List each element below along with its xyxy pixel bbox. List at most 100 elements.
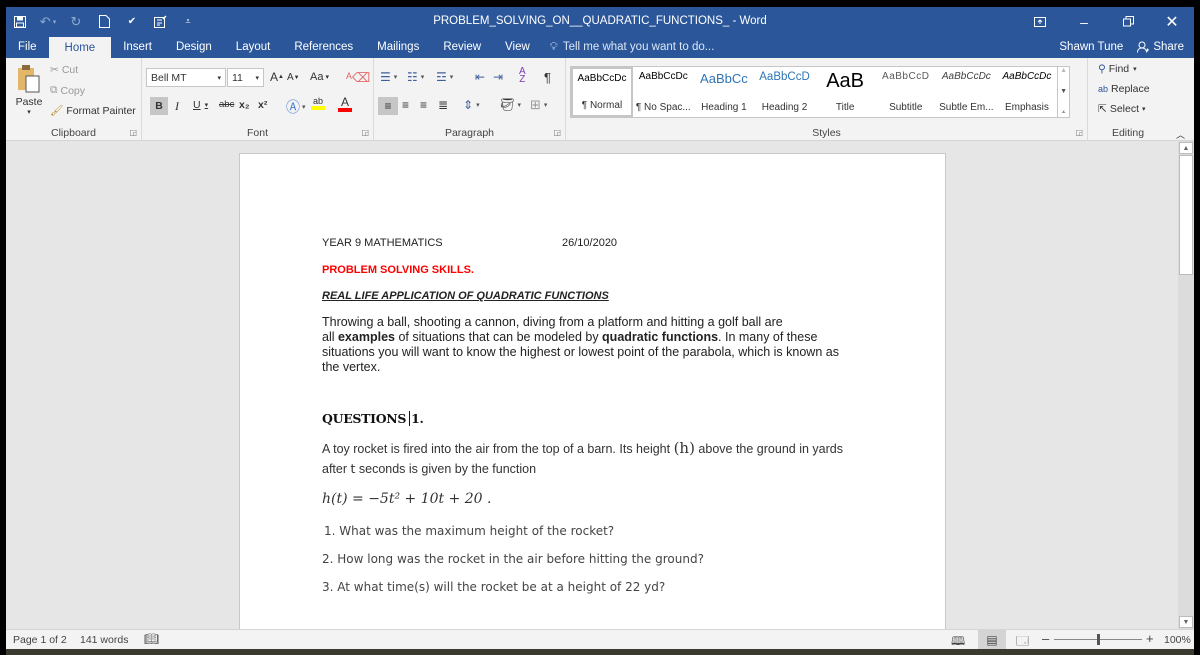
proofing-icon[interactable]: 📖︎ [144,632,159,646]
redo-icon[interactable]: ↻ [62,7,90,36]
cut-button[interactable]: ✂ Cut [50,64,78,76]
multilevel-list-button[interactable]: ☲ ▾ [436,70,453,84]
change-case-button[interactable]: Aa ▾ [310,71,329,83]
collapse-ribbon-icon[interactable]: ︿ [1176,128,1185,141]
align-right-button[interactable]: ≡ [420,98,427,112]
find-button[interactable]: ⚲ Find ▾ [1098,63,1137,75]
title-bar: ↶ ▾ ↻ ✔ ⩡ PROBLEM_SOLVING_ON__QUADRATIC_F… [6,7,1194,36]
justify-button[interactable]: ≣ [438,98,448,112]
style-emphasis[interactable]: AaBbCcDc Emphasis [997,67,1058,117]
zoom-level[interactable]: 100% [1164,634,1191,646]
tell-me-box[interactable]: 💡︎ Tell me what you want to do... [542,36,715,58]
share-button[interactable]: Share [1137,41,1184,53]
style-subtle-emphasis[interactable]: AaBbCcDc Subtle Em... [936,67,997,117]
tab-insert[interactable]: Insert [111,36,164,58]
scroll-down-icon[interactable]: ▼ [1179,616,1193,628]
paste-icon [18,65,40,93]
zoom-slider[interactable] [1054,634,1142,645]
style-normal[interactable]: AaBbCcDc ¶ Normal [571,67,633,117]
restore-icon[interactable] [1106,7,1150,36]
subscript-button[interactable]: x₂ [239,99,250,111]
gallery-up-icon[interactable]: ▲ [1060,67,1067,74]
zoom-slider-thumb[interactable] [1096,634,1100,645]
underline-button[interactable]: U ▾ [193,99,208,111]
copy-button[interactable]: ⧉ Copy [50,84,85,97]
editing-group-label: Editing [1111,127,1145,139]
word-count[interactable]: 141 words [80,634,128,646]
user-name[interactable]: Shawn Tune [1059,41,1123,53]
line-spacing-button[interactable]: ⇕ ▾ [463,98,480,112]
styles-launcher-icon[interactable]: ◲ [1075,128,1083,137]
scroll-up-icon[interactable]: ▲ [1179,142,1193,154]
document-page[interactable]: YEAR 9 MATHEMATICS 26/10/2020 PROBLEM SO… [239,153,946,629]
tab-view[interactable]: View [493,36,542,58]
italic-button[interactable]: I [175,99,179,114]
print-layout-icon[interactable]: ▤ [978,630,1006,649]
style-title[interactable]: AaB Title [815,67,876,117]
zoom-in-icon[interactable]: + [1146,631,1154,646]
close-icon[interactable]: ✕ [1150,7,1194,36]
decrease-indent-button[interactable]: ⇤ [475,70,485,84]
text-effects-button[interactable]: Ⓐ ▾ [286,97,306,117]
customize-toolbar-icon[interactable]: ⩡ [174,7,202,36]
increase-indent-button[interactable]: ⇥ [493,70,503,84]
clear-formatting-icon[interactable]: ᴬ⌫ [346,70,370,86]
highlight-color-button[interactable]: ab [311,97,325,110]
doc-sub-heading: REAL LIFE APPLICATION OF QUADRATIC FUNCT… [322,290,609,302]
show-formatting-marks-button[interactable]: ¶ [544,70,551,85]
select-button[interactable]: ⇱ Select ▾ [1098,103,1146,115]
replace-icon: ab [1098,84,1109,94]
strikethrough-button[interactable]: abc [219,99,234,110]
paragraph-launcher-icon[interactable]: ◲ [553,128,561,137]
format-painter-button[interactable]: 🖌︎ Format Painter [50,104,136,118]
font-name-select[interactable]: Bell MT ▾ [146,68,226,87]
shrink-font-icon[interactable]: A ▼ [287,72,300,83]
gallery-down-icon[interactable]: ▼ [1060,88,1067,95]
shading-button[interactable]: 🪣︎ ▾ [499,97,521,113]
page-count[interactable]: Page 1 of 2 [13,634,67,646]
replace-button[interactable]: ab Replace [1098,83,1150,95]
borders-button[interactable]: ⊞ ▾ [530,97,547,113]
spelling-icon[interactable]: ✔ [118,7,146,36]
styles-gallery-scroll[interactable]: ▲ ▼ ⩡ [1057,67,1069,117]
tab-file[interactable]: File [6,36,49,58]
tab-layout[interactable]: Layout [224,36,283,58]
vertical-scrollbar[interactable]: ▲ ▼ [1178,141,1194,629]
tab-design[interactable]: Design [164,36,224,58]
editing-group: ⚲ Find ▾ ab Replace ⇱ Select ▾ Editing [1088,58,1168,141]
bullets-button[interactable]: ☰ ▾ [380,70,397,84]
gallery-more-icon[interactable]: ⩡ [1062,109,1066,117]
tab-mailings[interactable]: Mailings [365,36,431,58]
tab-home[interactable]: Home [48,37,112,58]
form-icon[interactable] [146,7,174,36]
paste-button[interactable]: Paste ▾ [12,64,46,116]
align-center-button[interactable]: ≡ [402,98,409,112]
style-heading-2[interactable]: AaBbCcD Heading 2 [754,67,815,117]
chevron-down-icon: ▾ [217,74,221,82]
bold-button[interactable]: B [150,97,168,115]
scroll-thumb[interactable] [1179,155,1193,275]
style-no-spacing[interactable]: AaBbCcDc ¶ No Spac... [633,67,694,117]
grow-font-icon[interactable]: A ▲ [270,70,284,84]
sort-button[interactable]: AZ [519,67,526,85]
text-cursor [409,411,411,426]
minimize-icon[interactable]: – [1062,7,1106,36]
superscript-button[interactable]: x² [258,99,267,111]
intro-line: situations you will want to know the hig… [322,345,839,359]
tab-references[interactable]: References [282,36,365,58]
font-launcher-icon[interactable]: ◲ [361,128,369,137]
save-icon[interactable] [6,7,34,36]
undo-icon[interactable]: ↶ ▾ [34,7,62,36]
paste-dropdown-icon[interactable]: ▾ [27,108,31,116]
ribbon-display-options-icon[interactable] [1018,7,1062,36]
font-color-button[interactable]: A [338,96,352,112]
font-size-select[interactable]: 11 ▾ [227,68,264,87]
numbering-button[interactable]: ☷ ▾ [407,70,424,84]
tab-review[interactable]: Review [431,36,493,58]
style-heading-1[interactable]: AaBbCc Heading 1 [694,67,755,117]
style-subtitle[interactable]: AaBbCcD Subtitle [875,67,936,117]
clipboard-launcher-icon[interactable]: ◲ [129,128,137,137]
new-document-icon[interactable] [90,7,118,36]
align-left-button[interactable]: ≡ [378,97,398,115]
zoom-out-icon[interactable]: – [1042,631,1049,646]
